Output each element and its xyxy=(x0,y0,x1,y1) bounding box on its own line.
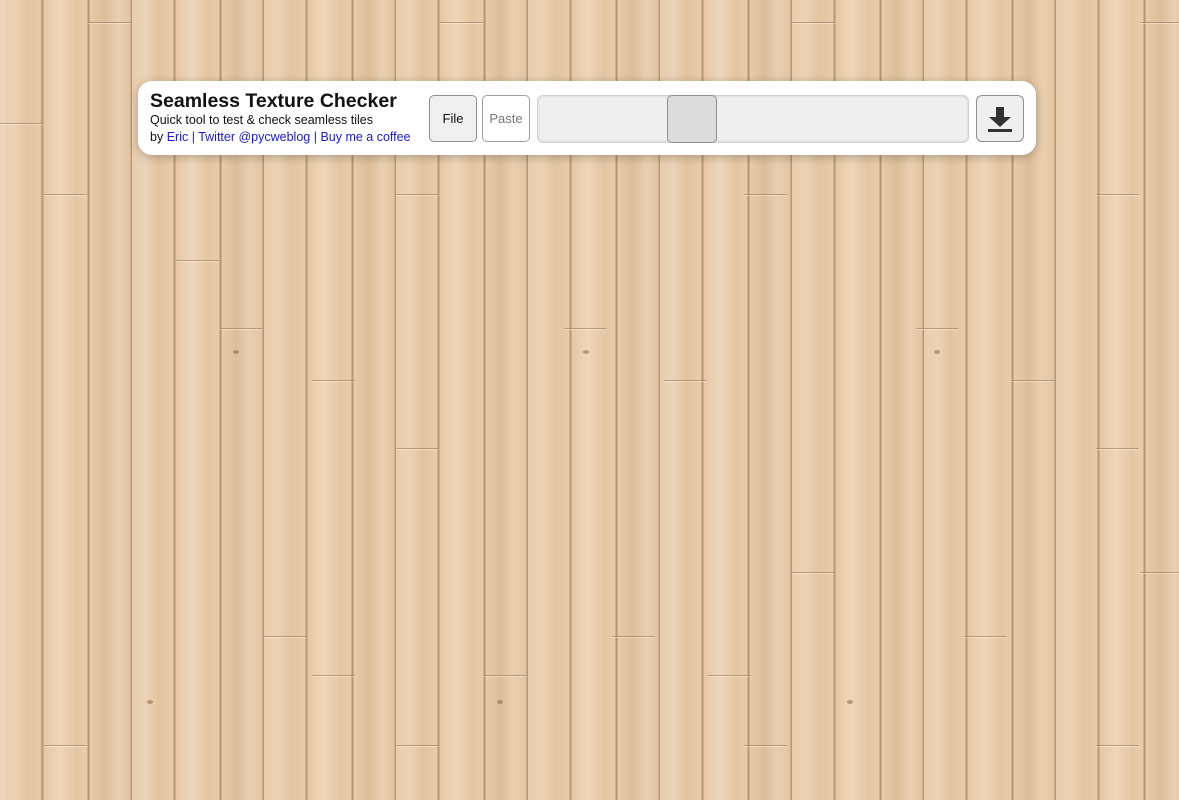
file-button[interactable]: File xyxy=(429,95,477,142)
author-link[interactable]: Eric xyxy=(167,130,189,144)
toolbar-panel: Seamless Texture Checker Quick tool to t… xyxy=(138,81,1036,155)
byline: by Eric | Twitter @pycweblog | Buy me a … xyxy=(150,128,430,146)
twitter-link-label: Twitter @pycweblog xyxy=(198,130,311,144)
byline-separator: | xyxy=(310,130,321,144)
zoom-slider[interactable] xyxy=(537,95,969,143)
app-subtitle: Quick tool to test & check seamless tile… xyxy=(150,113,374,127)
download-icon xyxy=(987,105,1013,133)
download-button[interactable] xyxy=(976,95,1024,142)
paste-button[interactable]: Paste xyxy=(482,95,530,142)
byline-separator: | xyxy=(188,130,199,144)
twitter-link[interactable]: | Twitter @pycweblog | xyxy=(188,130,320,144)
byline-prefix: by xyxy=(150,130,167,144)
zoom-slider-thumb[interactable] xyxy=(667,95,718,143)
buy-coffee-link[interactable]: Buy me a coffee xyxy=(320,130,410,144)
brand-block: Seamless Texture Checker Quick tool to t… xyxy=(150,90,430,146)
app-title: Seamless Texture Checker xyxy=(150,90,397,112)
